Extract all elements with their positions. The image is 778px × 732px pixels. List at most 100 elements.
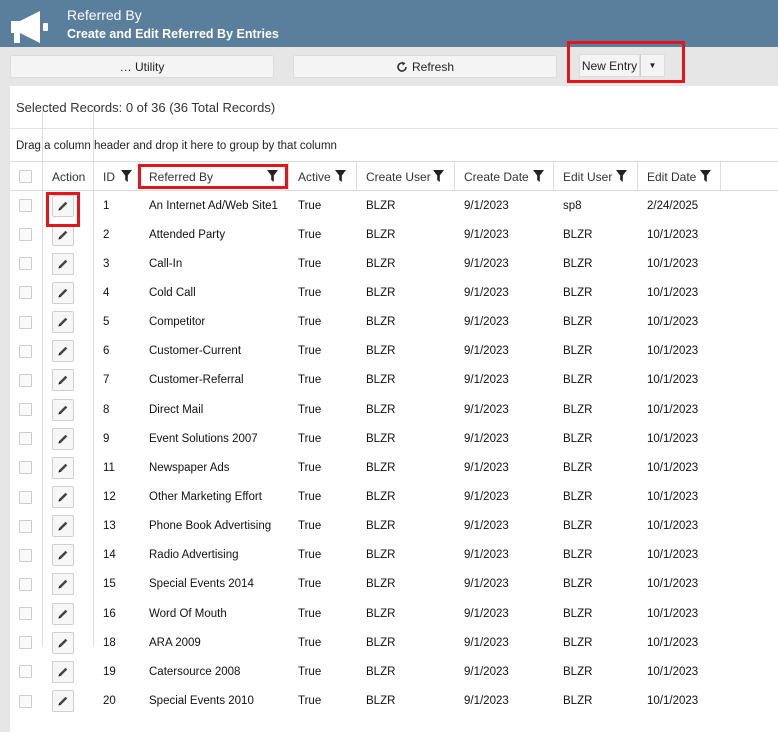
pencil-icon <box>58 580 68 589</box>
cell-edit-user: BLZR <box>563 491 593 503</box>
filter-icon[interactable] <box>433 170 444 182</box>
edit-button[interactable] <box>52 281 74 304</box>
row-checkbox[interactable] <box>19 607 32 621</box>
row-action-cell <box>43 483 74 512</box>
group-panel[interactable]: Drag a column header and drop it here to… <box>10 128 778 162</box>
table-row[interactable]: 6 Customer-Current True BLZR 9/1/2023 BLZR 10/… <box>10 337 778 366</box>
utility-button[interactable]: … Utility <box>10 55 274 78</box>
edit-button[interactable] <box>52 573 74 596</box>
new-entry-button[interactable]: New Entry <box>579 54 640 77</box>
column-header-action[interactable]: Action <box>43 162 94 191</box>
table-row[interactable]: 1 An Internet Ad/Web Site1 True BLZR 9/1/202… <box>10 191 778 220</box>
column-header-edit-date[interactable]: Edit Date <box>638 162 721 191</box>
edit-button[interactable] <box>52 194 74 217</box>
table-row[interactable]: 16 Word Of Mouth True BLZR 9/1/2023 BLZR 10/1/… <box>10 599 778 628</box>
row-checkbox[interactable] <box>19 461 32 475</box>
row-checkbox[interactable] <box>19 373 32 387</box>
cell-create-date: 9/1/2023 <box>464 432 509 445</box>
cell-edit-date: 10/1/2023 <box>647 432 699 445</box>
edit-button[interactable] <box>52 252 74 275</box>
table-row[interactable]: 5 Competitor True BLZR 9/1/2023 BLZR 10/1/2023 <box>10 308 778 337</box>
table-row[interactable]: 14 Radio Advertising True BLZR 9/1/2023 BLZR 1… <box>10 541 778 570</box>
table-row[interactable]: 20 Special Events 2010 True BLZR 9/1/2023 BLZ… <box>10 687 778 716</box>
cell-create-user: BLZR <box>366 665 396 678</box>
select-all-checkbox[interactable] <box>19 170 32 183</box>
table-row[interactable]: 9 Event Solutions 2007 True BLZR 9/1/2023 BLZ… <box>10 424 778 453</box>
row-checkbox[interactable] <box>19 577 32 591</box>
row-checkbox[interactable] <box>19 344 32 358</box>
refresh-button[interactable]: Refresh <box>293 55 557 78</box>
cell-create-user: BLZR <box>366 403 396 416</box>
column-header-referred-by[interactable]: Referred By <box>140 162 289 191</box>
table-row[interactable]: 18 ARA 2009 True BLZR 9/1/2023 BLZR 10/1/2023 <box>10 628 778 657</box>
row-checkbox[interactable] <box>19 228 32 242</box>
row-checkbox[interactable] <box>19 315 32 329</box>
row-checkbox[interactable] <box>19 257 32 271</box>
cell-referred-by: Special Events 2014 <box>149 578 254 591</box>
cell-edit-date: 10/1/2023 <box>647 286 699 299</box>
group-hint-text: Drag a column header and drop it here to… <box>16 140 337 152</box>
column-header-active[interactable]: Active <box>289 162 357 191</box>
edit-button[interactable] <box>52 369 74 392</box>
cell-create-user: BLZR <box>366 578 396 591</box>
table-row[interactable]: 2 Attended Party True BLZR 9/1/2023 BLZR 10/1/… <box>10 220 778 249</box>
edit-button[interactable] <box>52 427 74 450</box>
table-row[interactable]: 8 Direct Mail True BLZR 9/1/2023 BLZR 10/1/202… <box>10 395 778 424</box>
column-header-create-user[interactable]: Create User <box>357 162 455 191</box>
filter-icon[interactable] <box>533 170 544 182</box>
cell-create-date: 9/1/2023 <box>464 578 509 591</box>
row-action-cell <box>43 220 74 249</box>
cell-edit-user: BLZR <box>563 228 593 241</box>
row-action-cell <box>43 337 74 366</box>
filter-icon[interactable] <box>335 170 346 182</box>
table-row[interactable]: 13 Phone Book Advertising True BLZR 9/1/2023… <box>10 512 778 541</box>
row-checkbox[interactable] <box>19 432 32 446</box>
row-checkbox[interactable] <box>19 286 32 300</box>
edit-button[interactable] <box>52 456 74 479</box>
page-subtitle: Create and Edit Referred By Entries <box>67 27 279 41</box>
edit-button[interactable] <box>52 602 74 625</box>
table-row[interactable]: 12 Other Marketing Effort True BLZR 9/1/2023… <box>10 483 778 512</box>
cell-referred-by: Other Marketing Effort <box>149 491 262 503</box>
cell-active: True <box>298 199 322 212</box>
row-checkbox[interactable] <box>19 519 32 533</box>
row-checkbox[interactable] <box>19 199 32 212</box>
edit-button[interactable] <box>52 486 74 508</box>
edit-button[interactable] <box>52 515 74 538</box>
row-checkbox[interactable] <box>19 490 32 504</box>
table-row[interactable]: 7 Customer-Referral True BLZR 9/1/2023 BLZR 10… <box>10 366 778 395</box>
row-checkbox[interactable] <box>19 636 32 650</box>
column-header-id[interactable]: ID <box>94 162 140 191</box>
row-select-cell <box>10 453 32 482</box>
cell-edit-date: 10/1/2023 <box>647 578 699 591</box>
row-checkbox[interactable] <box>19 694 32 708</box>
table-row[interactable]: 15 Special Events 2014 True BLZR 9/1/2023 BLZ… <box>10 570 778 599</box>
filter-icon[interactable] <box>616 170 627 182</box>
cell-create-user: BLZR <box>366 257 396 270</box>
edit-button[interactable] <box>52 398 74 421</box>
edit-button[interactable] <box>52 340 74 363</box>
cell-active: True <box>298 374 322 387</box>
edit-button[interactable] <box>52 311 74 334</box>
new-entry-dropdown-button[interactable]: ▼ <box>640 54 665 77</box>
table-row[interactable]: 19 Catersource 2008 True BLZR 9/1/2023 BLZR 10… <box>10 657 778 686</box>
row-checkbox[interactable] <box>19 665 32 679</box>
table-row[interactable]: 11 Newspaper Ads True BLZR 9/1/2023 BLZR 10/1/… <box>10 453 778 482</box>
table-row[interactable]: 4 Cold Call True BLZR 9/1/2023 BLZR 10/1/2023 <box>10 278 778 307</box>
cell-edit-date: 10/1/2023 <box>647 549 699 562</box>
column-header-edit-user[interactable]: Edit User <box>554 162 638 191</box>
filter-icon[interactable] <box>267 170 278 182</box>
row-checkbox[interactable] <box>19 548 32 562</box>
cell-active: True <box>298 491 322 503</box>
edit-button[interactable] <box>52 223 74 246</box>
row-checkbox[interactable] <box>19 403 32 417</box>
edit-button[interactable] <box>52 544 74 567</box>
edit-button[interactable] <box>52 631 74 654</box>
edit-button[interactable] <box>52 690 74 713</box>
edit-button[interactable] <box>52 660 74 683</box>
column-header-create-date[interactable]: Create Date <box>455 162 554 191</box>
cell-id: 5 <box>103 316 110 329</box>
filter-icon[interactable] <box>700 170 711 182</box>
table-row[interactable]: 3 Call-In True BLZR 9/1/2023 BLZR 10/1/2023 <box>10 249 778 278</box>
filter-icon[interactable] <box>121 170 132 182</box>
